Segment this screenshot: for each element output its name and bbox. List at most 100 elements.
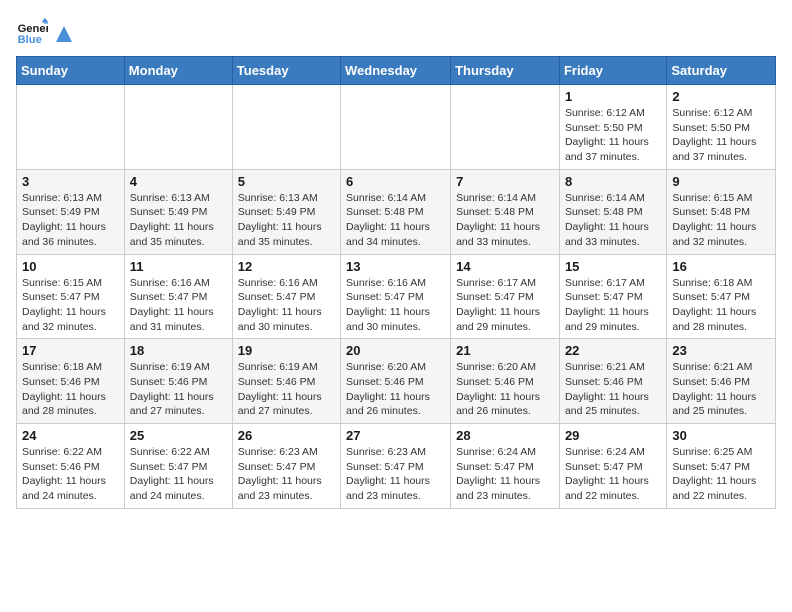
- day-info: Sunrise: 6:16 AM Sunset: 5:47 PM Dayligh…: [130, 276, 227, 335]
- day-number: 20: [346, 343, 445, 358]
- calendar-cell: 26 Sunrise: 6:23 AM Sunset: 5:47 PM Dayli…: [232, 424, 340, 509]
- day-info: Sunrise: 6:14 AM Sunset: 5:48 PM Dayligh…: [346, 191, 445, 250]
- day-number: 9: [672, 174, 770, 189]
- day-number: 14: [456, 259, 554, 274]
- calendar-cell: 11 Sunrise: 6:16 AM Sunset: 5:47 PM Dayli…: [124, 254, 232, 339]
- day-number: 13: [346, 259, 445, 274]
- calendar-cell: 4 Sunrise: 6:13 AM Sunset: 5:49 PM Daylig…: [124, 169, 232, 254]
- calendar-cell: 16 Sunrise: 6:18 AM Sunset: 5:47 PM Dayli…: [667, 254, 776, 339]
- weekday-header-friday: Friday: [559, 57, 666, 85]
- day-number: 3: [22, 174, 119, 189]
- calendar-cell: 7 Sunrise: 6:14 AM Sunset: 5:48 PM Daylig…: [451, 169, 560, 254]
- day-info: Sunrise: 6:23 AM Sunset: 5:47 PM Dayligh…: [238, 445, 335, 504]
- day-number: 24: [22, 428, 119, 443]
- calendar-cell: 24Sunrise: 6:22 AM Sunset: 5:46 PM Dayli…: [17, 424, 125, 509]
- day-info: Sunrise: 6:12 AM Sunset: 5:50 PM Dayligh…: [672, 106, 770, 165]
- page-header: General Blue: [16, 16, 776, 48]
- day-info: Sunrise: 6:23 AM Sunset: 5:47 PM Dayligh…: [346, 445, 445, 504]
- calendar-cell: 15 Sunrise: 6:17 AM Sunset: 5:47 PM Dayli…: [559, 254, 666, 339]
- calendar-cell: 18 Sunrise: 6:19 AM Sunset: 5:46 PM Dayli…: [124, 339, 232, 424]
- calendar-cell: 2 Sunrise: 6:12 AM Sunset: 5:50 PM Daylig…: [667, 85, 776, 170]
- day-number: 7: [456, 174, 554, 189]
- calendar-cell: 8 Sunrise: 6:14 AM Sunset: 5:48 PM Daylig…: [559, 169, 666, 254]
- calendar-cell: 3 Sunrise: 6:13 AM Sunset: 5:49 PM Daylig…: [17, 169, 125, 254]
- calendar-cell: 28Sunrise: 6:24 AM Sunset: 5:47 PM Dayli…: [451, 424, 560, 509]
- calendar-header-row: SundayMondayTuesdayWednesdayThursdayFrid…: [17, 57, 776, 85]
- day-info: Sunrise: 6:20 AM Sunset: 5:46 PM Dayligh…: [346, 360, 445, 419]
- svg-text:Blue: Blue: [18, 34, 42, 46]
- weekday-header-thursday: Thursday: [451, 57, 560, 85]
- calendar-cell: [17, 85, 125, 170]
- day-info: Sunrise: 6:24 AM Sunset: 5:47 PM Dayligh…: [565, 445, 661, 504]
- day-info: Sunrise: 6:13 AM Sunset: 5:49 PM Dayligh…: [22, 191, 119, 250]
- logo: General Blue: [16, 16, 74, 48]
- calendar-table: SundayMondayTuesdayWednesdayThursdayFrid…: [16, 56, 776, 509]
- day-info: Sunrise: 6:18 AM Sunset: 5:46 PM Dayligh…: [22, 360, 119, 419]
- day-number: 10: [22, 259, 119, 274]
- day-info: Sunrise: 6:22 AM Sunset: 5:47 PM Dayligh…: [130, 445, 227, 504]
- weekday-header-saturday: Saturday: [667, 57, 776, 85]
- calendar-cell: 17 Sunrise: 6:18 AM Sunset: 5:46 PM Dayli…: [17, 339, 125, 424]
- day-info: Sunrise: 6:16 AM Sunset: 5:47 PM Dayligh…: [346, 276, 445, 335]
- calendar-week-row: 1 Sunrise: 6:12 AM Sunset: 5:50 PM Daylig…: [17, 85, 776, 170]
- svg-text:General: General: [18, 23, 48, 35]
- calendar-week-row: 10 Sunrise: 6:15 AM Sunset: 5:47 PM Dayli…: [17, 254, 776, 339]
- day-info: Sunrise: 6:24 AM Sunset: 5:47 PM Dayligh…: [456, 445, 554, 504]
- day-info: Sunrise: 6:20 AM Sunset: 5:46 PM Dayligh…: [456, 360, 554, 419]
- calendar-week-row: 24Sunrise: 6:22 AM Sunset: 5:46 PM Dayli…: [17, 424, 776, 509]
- calendar-cell: 9 Sunrise: 6:15 AM Sunset: 5:48 PM Daylig…: [667, 169, 776, 254]
- day-info: Sunrise: 6:25 AM Sunset: 5:47 PM Dayligh…: [672, 445, 770, 504]
- day-info: Sunrise: 6:13 AM Sunset: 5:49 PM Dayligh…: [130, 191, 227, 250]
- day-info: Sunrise: 6:15 AM Sunset: 5:47 PM Dayligh…: [22, 276, 119, 335]
- day-number: 27: [346, 428, 445, 443]
- day-number: 25: [130, 428, 227, 443]
- day-number: 5: [238, 174, 335, 189]
- day-number: 15: [565, 259, 661, 274]
- day-info: Sunrise: 6:18 AM Sunset: 5:47 PM Dayligh…: [672, 276, 770, 335]
- calendar-week-row: 17 Sunrise: 6:18 AM Sunset: 5:46 PM Dayli…: [17, 339, 776, 424]
- day-number: 1: [565, 89, 661, 104]
- day-number: 8: [565, 174, 661, 189]
- day-number: 16: [672, 259, 770, 274]
- day-number: 4: [130, 174, 227, 189]
- logo-icon: General Blue: [16, 16, 48, 48]
- calendar-cell: 27 Sunrise: 6:23 AM Sunset: 5:47 PM Dayli…: [341, 424, 451, 509]
- calendar-cell: 5 Sunrise: 6:13 AM Sunset: 5:49 PM Daylig…: [232, 169, 340, 254]
- day-number: 12: [238, 259, 335, 274]
- day-info: Sunrise: 6:21 AM Sunset: 5:46 PM Dayligh…: [672, 360, 770, 419]
- day-number: 2: [672, 89, 770, 104]
- day-info: Sunrise: 6:15 AM Sunset: 5:48 PM Dayligh…: [672, 191, 770, 250]
- weekday-header-monday: Monday: [124, 57, 232, 85]
- calendar-cell: 10 Sunrise: 6:15 AM Sunset: 5:47 PM Dayli…: [17, 254, 125, 339]
- calendar-cell: [232, 85, 340, 170]
- calendar-cell: 1 Sunrise: 6:12 AM Sunset: 5:50 PM Daylig…: [559, 85, 666, 170]
- calendar-cell: 13 Sunrise: 6:16 AM Sunset: 5:47 PM Dayli…: [341, 254, 451, 339]
- calendar-cell: [124, 85, 232, 170]
- calendar-cell: 30Sunrise: 6:25 AM Sunset: 5:47 PM Dayli…: [667, 424, 776, 509]
- day-info: Sunrise: 6:13 AM Sunset: 5:49 PM Dayligh…: [238, 191, 335, 250]
- calendar-cell: 23 Sunrise: 6:21 AM Sunset: 5:46 PM Dayli…: [667, 339, 776, 424]
- day-number: 17: [22, 343, 119, 358]
- day-info: Sunrise: 6:17 AM Sunset: 5:47 PM Dayligh…: [565, 276, 661, 335]
- day-info: Sunrise: 6:21 AM Sunset: 5:46 PM Dayligh…: [565, 360, 661, 419]
- weekday-header-wednesday: Wednesday: [341, 57, 451, 85]
- day-number: 26: [238, 428, 335, 443]
- calendar-cell: 29 Sunrise: 6:24 AM Sunset: 5:47 PM Dayli…: [559, 424, 666, 509]
- day-number: 23: [672, 343, 770, 358]
- calendar-cell: 22Sunrise: 6:21 AM Sunset: 5:46 PM Dayli…: [559, 339, 666, 424]
- calendar-cell: 6Sunrise: 6:14 AM Sunset: 5:48 PM Daylig…: [341, 169, 451, 254]
- day-info: Sunrise: 6:14 AM Sunset: 5:48 PM Dayligh…: [565, 191, 661, 250]
- day-number: 11: [130, 259, 227, 274]
- day-number: 18: [130, 343, 227, 358]
- day-info: Sunrise: 6:12 AM Sunset: 5:50 PM Dayligh…: [565, 106, 661, 165]
- calendar-cell: 20 Sunrise: 6:20 AM Sunset: 5:46 PM Dayli…: [341, 339, 451, 424]
- calendar-week-row: 3 Sunrise: 6:13 AM Sunset: 5:49 PM Daylig…: [17, 169, 776, 254]
- day-info: Sunrise: 6:19 AM Sunset: 5:46 PM Dayligh…: [130, 360, 227, 419]
- day-info: Sunrise: 6:14 AM Sunset: 5:48 PM Dayligh…: [456, 191, 554, 250]
- day-info: Sunrise: 6:16 AM Sunset: 5:47 PM Dayligh…: [238, 276, 335, 335]
- calendar-cell: 14Sunrise: 6:17 AM Sunset: 5:47 PM Dayli…: [451, 254, 560, 339]
- day-number: 29: [565, 428, 661, 443]
- calendar-cell: 12 Sunrise: 6:16 AM Sunset: 5:47 PM Dayli…: [232, 254, 340, 339]
- day-info: Sunrise: 6:19 AM Sunset: 5:46 PM Dayligh…: [238, 360, 335, 419]
- calendar-cell: 21Sunrise: 6:20 AM Sunset: 5:46 PM Dayli…: [451, 339, 560, 424]
